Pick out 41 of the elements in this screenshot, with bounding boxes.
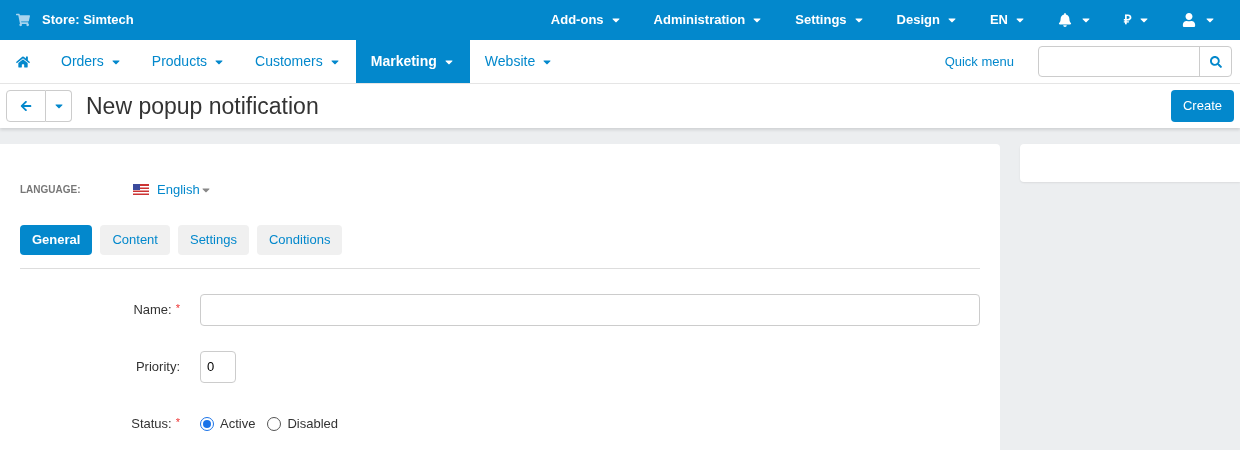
nav-tab[interactable]: Marketing <box>355 40 470 83</box>
nav-tab[interactable]: Products <box>136 40 241 83</box>
quick-menu-link[interactable]: Quick menu <box>944 51 1014 72</box>
language-selector[interactable]: English <box>133 180 212 200</box>
back-button[interactable] <box>6 90 46 122</box>
status-radio[interactable]: Disabled <box>267 413 338 434</box>
nav-tab[interactable]: Customers <box>240 40 356 83</box>
form-tab[interactable]: General <box>20 224 93 255</box>
store-name[interactable]: Store: Simtech <box>42 10 134 30</box>
form-tab[interactable]: Conditions <box>256 224 343 255</box>
top-menu[interactable]: Design <box>896 10 958 30</box>
back-arrow-icon <box>20 100 32 112</box>
top-menu[interactable]: EN <box>989 10 1026 30</box>
language-label: LANGUAGE: <box>20 183 82 198</box>
flag-icon <box>133 184 149 196</box>
notifications-button[interactable] <box>1058 13 1092 27</box>
bell-icon <box>1058 13 1072 27</box>
form-tab[interactable]: Settings <box>177 224 249 255</box>
priority-input[interactable]: 0 <box>200 350 236 383</box>
cart-icon <box>16 13 30 27</box>
page-title: New popup notification <box>86 91 319 121</box>
create-button[interactable]: Create <box>1170 90 1234 122</box>
top-menu[interactable]: Administration <box>653 10 764 30</box>
name-input[interactable] <box>200 293 980 326</box>
search-field[interactable] <box>1038 46 1232 77</box>
status-radio[interactable]: Active <box>200 413 256 434</box>
nav-tab[interactable]: Orders <box>46 40 137 83</box>
top-menu[interactable]: Add-ons <box>550 10 622 30</box>
top-menu[interactable]: ₽ <box>1124 10 1150 30</box>
user-icon <box>1182 13 1196 27</box>
home-icon <box>16 54 30 69</box>
user-menu-button[interactable] <box>1182 13 1216 27</box>
field-label: Priority: <box>135 357 180 376</box>
field-label: Name: <box>133 300 172 319</box>
required-asterisk: * <box>175 300 180 316</box>
field-label: Status: <box>131 414 172 433</box>
nav-tab[interactable]: Website <box>469 40 569 83</box>
top-menu[interactable]: Settings <box>795 10 865 30</box>
search-icon <box>1209 55 1222 68</box>
required-asterisk: * <box>175 414 180 430</box>
form-tab[interactable]: Content <box>100 224 170 255</box>
